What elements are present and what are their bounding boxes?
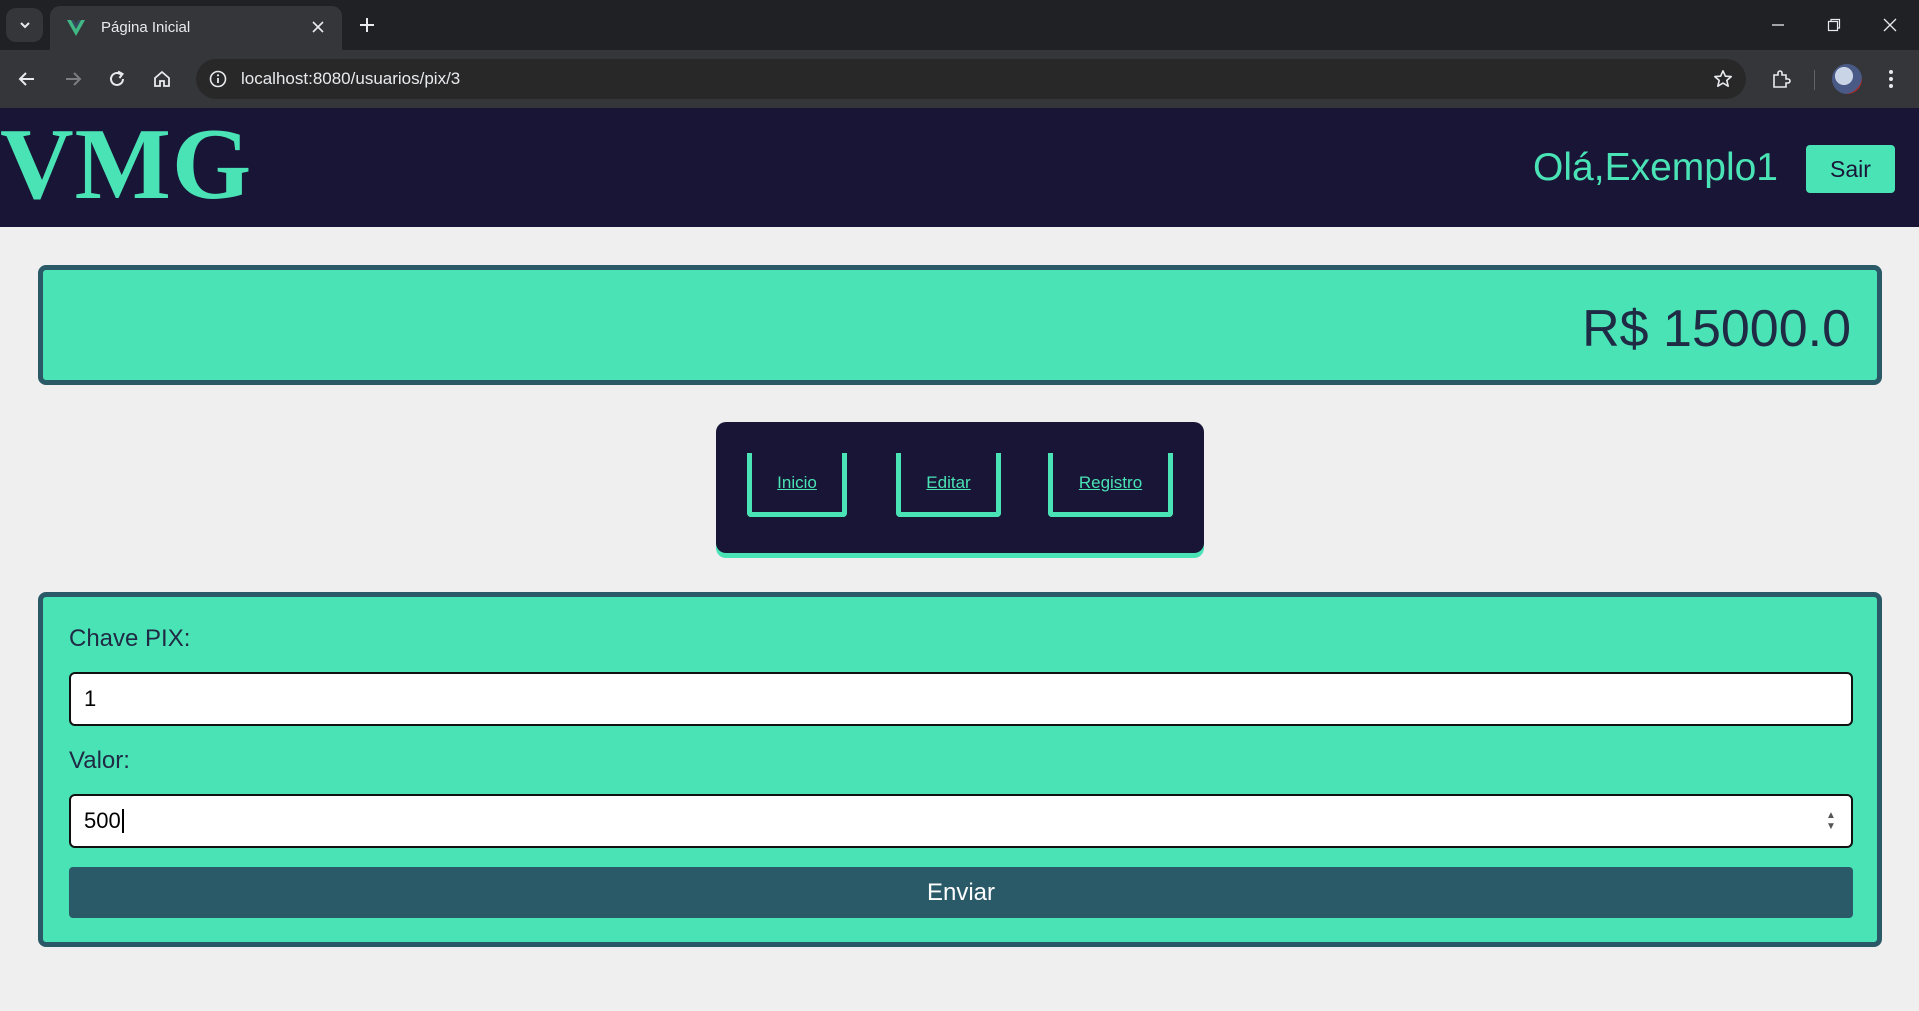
amount-label: Valor: — [69, 747, 130, 774]
minimize-icon[interactable] — [1750, 0, 1806, 50]
nav-item-registro[interactable]: Registro — [1048, 453, 1173, 517]
pix-key-input[interactable]: 1 — [69, 672, 1853, 726]
site-header: VMG Olá,Exemplo1 Sair — [0, 108, 1919, 227]
text-caret — [121, 809, 124, 833]
address-bar[interactable]: localhost:8080/usuarios/pix/3 — [196, 59, 1746, 99]
browser-tab-bar: Página Inicial — [0, 0, 1919, 50]
vue-favicon-icon — [67, 20, 85, 36]
amount-input[interactable]: 500 ▲ ▼ — [69, 794, 1853, 848]
close-icon[interactable] — [308, 17, 328, 37]
pix-transfer-form: Chave PIX: 1 Valor: 500 ▲ ▼ Enviar — [38, 592, 1882, 947]
browser-tab[interactable]: Página Inicial — [50, 6, 342, 50]
more-vert-icon[interactable] — [1874, 62, 1908, 96]
forward-icon[interactable] — [56, 62, 90, 96]
pix-key-label: Chave PIX: — [69, 625, 191, 652]
window-close-icon[interactable] — [1862, 0, 1918, 50]
profile-avatar[interactable] — [1832, 64, 1862, 94]
number-spinner-icon[interactable]: ▲ ▼ — [1825, 810, 1837, 832]
tab-title: Página Inicial — [101, 19, 191, 36]
extensions-icon[interactable] — [1764, 62, 1798, 96]
restore-icon[interactable] — [1806, 0, 1862, 50]
user-greeting: Olá,Exemplo1 — [1533, 146, 1778, 189]
tab-search-icon[interactable] — [6, 8, 43, 42]
url-text[interactable]: localhost:8080/usuarios/pix/3 — [241, 69, 460, 89]
toolbar-divider — [1814, 70, 1815, 90]
logout-button[interactable]: Sair — [1806, 145, 1895, 193]
submit-button[interactable]: Enviar — [69, 867, 1853, 918]
nav-link-registro[interactable]: Registro — [1079, 473, 1142, 493]
back-icon[interactable] — [10, 62, 44, 96]
plus-icon[interactable] — [352, 10, 382, 40]
nav-panel: Inicio Editar Registro — [716, 422, 1204, 553]
reload-icon[interactable] — [100, 62, 134, 96]
nav-item-inicio[interactable]: Inicio — [747, 453, 847, 517]
amount-value: 500 — [84, 808, 121, 833]
nav-link-inicio[interactable]: Inicio — [777, 473, 817, 493]
home-icon[interactable] — [145, 62, 179, 96]
site-logo[interactable]: VMG — [0, 114, 252, 216]
browser-toolbar: localhost:8080/usuarios/pix/3 — [0, 50, 1919, 108]
site-info-icon[interactable] — [206, 67, 230, 91]
balance-value: R$ 15000.0 — [1582, 300, 1851, 358]
nav-item-editar[interactable]: Editar — [896, 453, 1001, 517]
nav-link-editar[interactable]: Editar — [926, 473, 970, 493]
pix-key-value: 1 — [84, 686, 97, 711]
star-icon[interactable] — [1710, 66, 1736, 92]
balance-card: R$ 15000.0 — [38, 265, 1882, 385]
